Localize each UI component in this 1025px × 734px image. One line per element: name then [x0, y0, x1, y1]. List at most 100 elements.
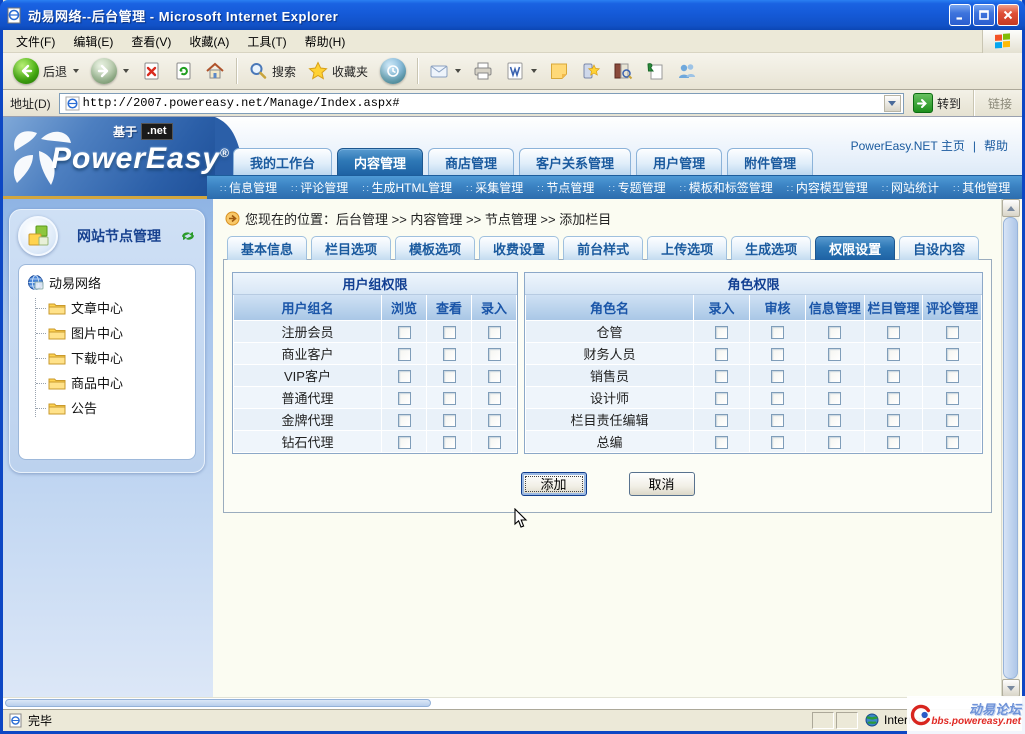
scroll-up-button[interactable] — [1002, 199, 1020, 217]
checkbox[interactable] — [488, 326, 501, 339]
checkbox[interactable] — [488, 414, 501, 427]
subnav-html-generation[interactable]: 生成HTML管理 — [355, 179, 459, 196]
subnav-comment-management[interactable]: 评论管理 — [284, 179, 355, 196]
checkbox[interactable] — [443, 392, 456, 405]
back-button[interactable]: 后退 — [9, 56, 83, 86]
checkbox[interactable] — [715, 370, 728, 383]
tab-shop-management[interactable]: 商店管理 — [428, 148, 514, 175]
tab-basic-info[interactable]: 基本信息 — [227, 236, 307, 260]
checkbox[interactable] — [887, 414, 900, 427]
tab-generate-options[interactable]: 生成选项 — [731, 236, 811, 260]
checkbox[interactable] — [771, 348, 784, 361]
refresh-tree-icon[interactable] — [180, 229, 196, 243]
checkbox[interactable] — [946, 414, 959, 427]
checkbox[interactable] — [828, 326, 841, 339]
edit-dropdown-icon[interactable] — [531, 69, 537, 73]
checkbox[interactable] — [828, 348, 841, 361]
checkbox[interactable] — [771, 436, 784, 449]
tab-custom-content[interactable]: 自设内容 — [899, 236, 979, 260]
menu-view[interactable]: 查看(V) — [122, 30, 180, 53]
checkbox[interactable] — [771, 392, 784, 405]
menu-file[interactable]: 文件(F) — [7, 30, 64, 53]
notes-button[interactable] — [545, 59, 573, 83]
minimize-button[interactable] — [949, 4, 971, 26]
checkbox[interactable] — [771, 370, 784, 383]
subnav-site-stats[interactable]: 网站统计 — [875, 179, 946, 196]
tab-column-options[interactable]: 栏目选项 — [311, 236, 391, 260]
vertical-scrollbar[interactable] — [1001, 199, 1019, 697]
tab-permission-settings[interactable]: 权限设置 — [815, 236, 895, 260]
checkbox[interactable] — [488, 392, 501, 405]
checkbox[interactable] — [946, 370, 959, 383]
research-button[interactable] — [609, 59, 637, 83]
checkbox[interactable] — [771, 326, 784, 339]
home-button[interactable] — [201, 59, 229, 83]
checkbox[interactable] — [488, 348, 501, 361]
refresh-button[interactable] — [169, 59, 197, 83]
checkbox[interactable] — [715, 348, 728, 361]
checkbox[interactable] — [715, 392, 728, 405]
back-dropdown-icon[interactable] — [73, 69, 79, 73]
close-button[interactable] — [997, 4, 1019, 26]
tab-my-workspace[interactable]: 我的工作台 — [233, 148, 332, 175]
checkbox[interactable] — [715, 326, 728, 339]
tab-template-options[interactable]: 模板选项 — [395, 236, 475, 260]
tab-attachment-management[interactable]: 附件管理 — [727, 148, 813, 175]
tab-upload-options[interactable]: 上传选项 — [647, 236, 727, 260]
tree-item-article-center[interactable]: 文章中心 — [36, 298, 189, 317]
horizontal-scrollbar[interactable] — [3, 697, 1022, 708]
mail-dropdown-icon[interactable] — [455, 69, 461, 73]
checkbox[interactable] — [488, 370, 501, 383]
go-button[interactable]: 转到 — [909, 92, 965, 114]
address-input[interactable]: http://2007.powereasy.net/Manage/Index.a… — [59, 93, 904, 114]
subnav-template-tag-management[interactable]: 模板和标签管理 — [673, 179, 780, 196]
subnav-collection-management[interactable]: 采集管理 — [459, 179, 530, 196]
checkbox[interactable] — [887, 326, 900, 339]
tree-item-announcements[interactable]: 公告 — [36, 398, 189, 417]
mail-button[interactable] — [425, 59, 465, 83]
checkbox[interactable] — [887, 348, 900, 361]
history-button[interactable] — [376, 56, 410, 86]
checkbox[interactable] — [443, 436, 456, 449]
forward-button[interactable] — [87, 56, 133, 86]
menu-tools[interactable]: 工具(T) — [238, 30, 295, 53]
checkbox[interactable] — [398, 436, 411, 449]
checkbox[interactable] — [946, 348, 959, 361]
checkbox[interactable] — [946, 326, 959, 339]
checkbox[interactable] — [398, 414, 411, 427]
tab-fee-settings[interactable]: 收费设置 — [479, 236, 559, 260]
tab-content-management[interactable]: 内容管理 — [337, 148, 423, 175]
checkbox[interactable] — [443, 326, 456, 339]
checkbox[interactable] — [488, 436, 501, 449]
portal-link[interactable]: PowerEasy.NET 主页 — [851, 137, 965, 154]
subnav-topic-management[interactable]: 专题管理 — [601, 179, 672, 196]
checkbox[interactable] — [398, 326, 411, 339]
checkbox[interactable] — [828, 414, 841, 427]
checkbox[interactable] — [443, 414, 456, 427]
checkbox[interactable] — [828, 370, 841, 383]
checkbox[interactable] — [398, 370, 411, 383]
checkbox[interactable] — [398, 348, 411, 361]
checkbox[interactable] — [443, 370, 456, 383]
menu-edit[interactable]: 编辑(E) — [64, 30, 122, 53]
messenger-button[interactable] — [673, 59, 701, 83]
checkbox[interactable] — [715, 414, 728, 427]
add-button[interactable]: 添加 — [521, 472, 587, 496]
clipboard-button[interactable] — [641, 59, 669, 83]
checkbox[interactable] — [828, 392, 841, 405]
address-dropdown-button[interactable] — [884, 95, 901, 112]
subnav-info-management[interactable]: 信息管理 — [213, 179, 284, 196]
tree-item-image-center[interactable]: 图片中心 — [36, 323, 189, 342]
scrollbar-thumb[interactable] — [5, 699, 431, 707]
subnav-other-management[interactable]: 其他管理 — [946, 179, 1017, 196]
checkbox[interactable] — [887, 436, 900, 449]
checkbox[interactable] — [771, 414, 784, 427]
print-button[interactable] — [469, 59, 497, 83]
forward-dropdown-icon[interactable] — [123, 69, 129, 73]
checkbox[interactable] — [946, 392, 959, 405]
maximize-button[interactable] — [973, 4, 995, 26]
checkbox[interactable] — [443, 348, 456, 361]
checkbox[interactable] — [887, 370, 900, 383]
tab-front-style[interactable]: 前台样式 — [563, 236, 643, 260]
tree-item-download-center[interactable]: 下载中心 — [36, 348, 189, 367]
